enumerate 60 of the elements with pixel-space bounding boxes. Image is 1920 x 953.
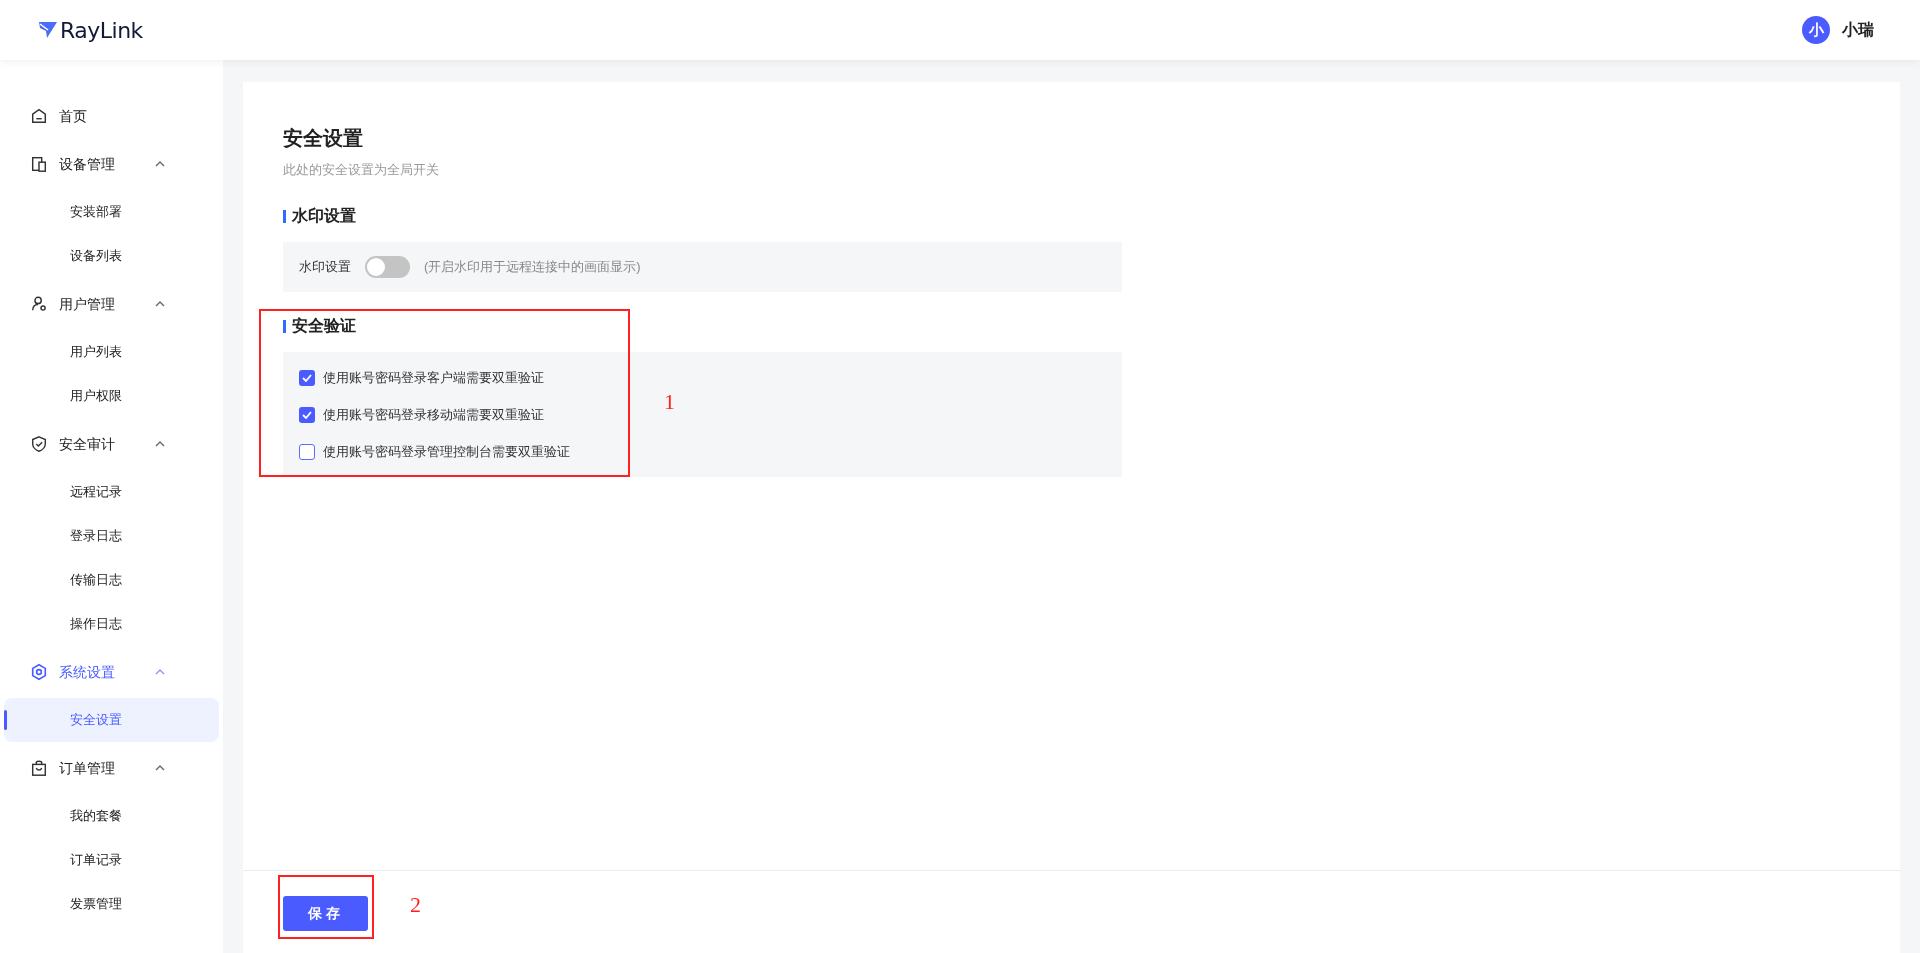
nav-subitem[interactable]: 设备列表 <box>4 234 219 278</box>
checkbox-label: 使用账号密码登录客户端需要双重验证 <box>323 368 544 387</box>
nav-label: 系统设置 <box>59 662 116 682</box>
toggle-switch[interactable] <box>365 256 410 278</box>
logo-icon <box>38 21 58 39</box>
chevron-up-icon <box>155 765 165 771</box>
nav-subitem[interactable]: 用户列表 <box>4 330 219 374</box>
checkbox-label: 使用账号密码登录管理控制台需要双重验证 <box>323 442 570 461</box>
checkbox-label: 使用账号密码登录移动端需要双重验证 <box>323 405 544 424</box>
nav-item[interactable]: 安全审计 <box>0 422 223 466</box>
nav-subitem[interactable]: 传输日志 <box>4 558 219 602</box>
section-heading: 水印设置 <box>292 206 356 226</box>
nav-item[interactable]: 系统设置 <box>0 650 223 694</box>
nav-subitem[interactable]: 用户权限 <box>4 374 219 418</box>
nav-item[interactable]: 设备管理 <box>0 142 223 186</box>
home-icon <box>30 107 48 125</box>
nav-subitem[interactable]: 登录日志 <box>4 514 219 558</box>
page-title: 安全设置 <box>283 126 364 151</box>
nav-label: 安全审计 <box>59 434 116 454</box>
chevron-up-icon <box>155 301 165 307</box>
nav-subitem[interactable]: 安装部署 <box>4 190 219 234</box>
logo-text: RayLink <box>60 16 143 45</box>
setting-hint: (开启水印用于远程连接中的画面显示) <box>424 258 641 277</box>
nav-subitem[interactable]: 发票管理 <box>4 882 219 926</box>
nav-item[interactable]: 用户管理 <box>0 282 223 326</box>
nav-subitem[interactable]: 我的套餐 <box>4 794 219 838</box>
hexagon-gear-icon <box>30 663 48 681</box>
active-indicator <box>4 710 7 730</box>
chevron-up-icon <box>155 441 165 447</box>
checkbox[interactable] <box>299 369 315 386</box>
shopping-bag-icon <box>30 759 48 777</box>
chevron-up-icon <box>155 669 165 675</box>
chevron-up-icon <box>155 161 165 167</box>
nav-label: 用户管理 <box>59 294 116 314</box>
checkmark-icon <box>302 410 312 419</box>
shield-check-icon <box>30 435 48 453</box>
checkmark-icon <box>302 373 312 382</box>
nav-label: 首页 <box>59 106 88 126</box>
page-subtitle: 此处的安全设置为全局开关 <box>283 161 440 179</box>
annotation-number: 2 <box>410 891 421 919</box>
nav-subitem[interactable]: 安全设置 <box>4 698 219 742</box>
heading-marker <box>283 209 286 223</box>
user-gear-icon <box>30 295 48 313</box>
nav-subitem[interactable]: 订单记录 <box>4 838 219 882</box>
user-avatar[interactable]: 小 <box>1802 16 1830 44</box>
nav-subitem[interactable]: 远程记录 <box>4 470 219 514</box>
nav-item[interactable]: 首页 <box>0 94 223 138</box>
annotation-number: 1 <box>664 388 675 416</box>
nav-item[interactable]: 订单管理 <box>0 746 223 790</box>
nav-label: 设备管理 <box>59 154 116 174</box>
save-button[interactable]: 保存 <box>283 895 368 931</box>
section-heading: 安全验证 <box>292 316 356 336</box>
checkbox[interactable] <box>299 443 315 460</box>
devices-icon <box>30 155 48 173</box>
nav-label: 订单管理 <box>59 758 116 778</box>
heading-marker <box>283 319 286 333</box>
checkbox[interactable] <box>299 406 315 423</box>
user-name[interactable]: 小瑞 <box>1842 18 1874 42</box>
nav-subitem[interactable]: 操作日志 <box>4 602 219 646</box>
setting-label: 水印设置 <box>299 258 351 277</box>
